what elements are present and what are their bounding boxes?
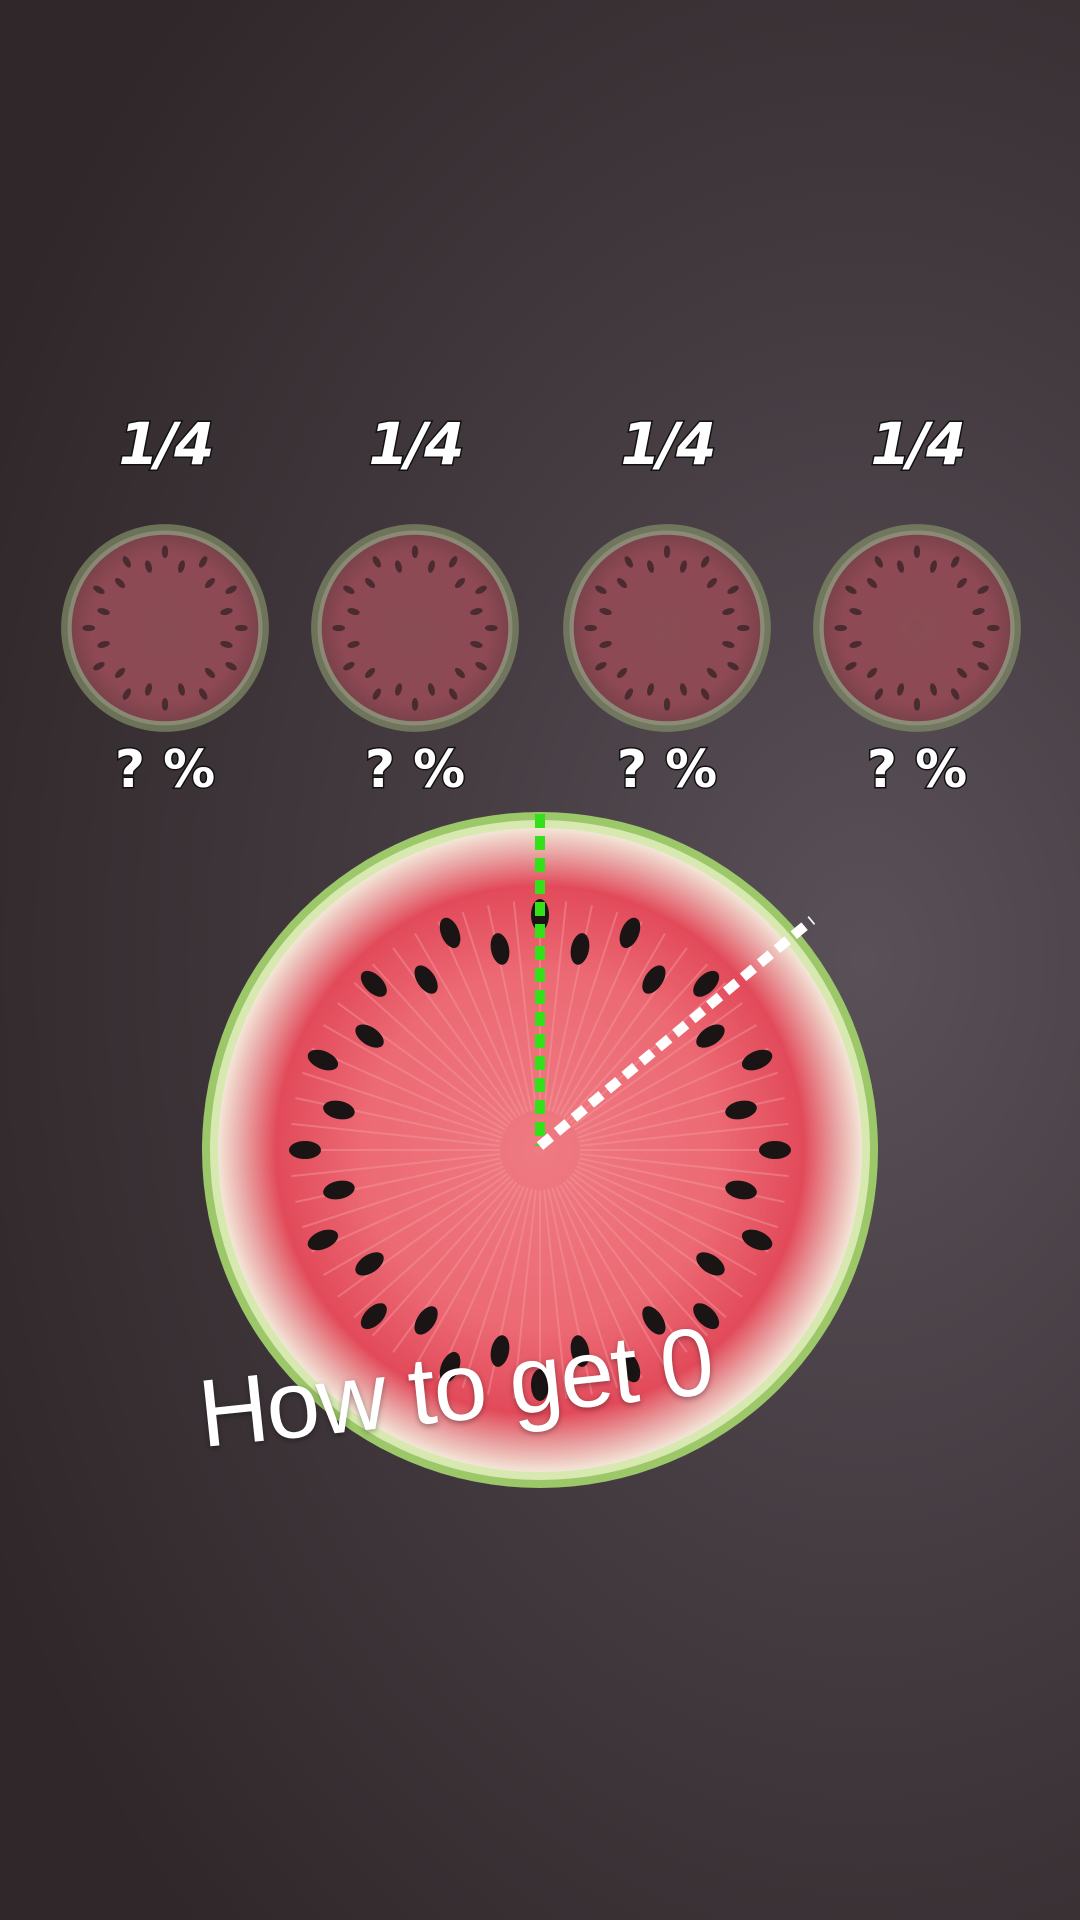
target-fraction: 1/4 (117, 409, 216, 480)
seed (759, 1141, 791, 1159)
target-percent: ? % (615, 739, 718, 802)
target-fraction: 1/4 (367, 409, 466, 480)
seed (289, 1141, 321, 1159)
target-fraction: 1/4 (869, 409, 968, 480)
watermelon-faded-icon (563, 524, 771, 732)
target-percent: ? % (113, 739, 216, 802)
target-slice-3: 1/4 ? % (557, 409, 777, 810)
target-percent: ? % (363, 739, 466, 802)
watermelon-faded-icon (61, 524, 269, 732)
target-slices-row: 1/4 ? % 1/4 ? % 1/4 ? % 1/4 ? % (0, 0, 1080, 820)
watermelon-faded-icon (311, 524, 519, 732)
target-fraction: 1/4 (619, 409, 718, 480)
target-slice-1: 1/4 ? % (55, 409, 275, 810)
target-slice-4: 1/4 ? % (807, 409, 1027, 810)
target-percent: ? % (865, 739, 968, 802)
watermelon-faded-icon (813, 524, 1021, 732)
target-slice-2: 1/4 ? % (305, 409, 525, 810)
